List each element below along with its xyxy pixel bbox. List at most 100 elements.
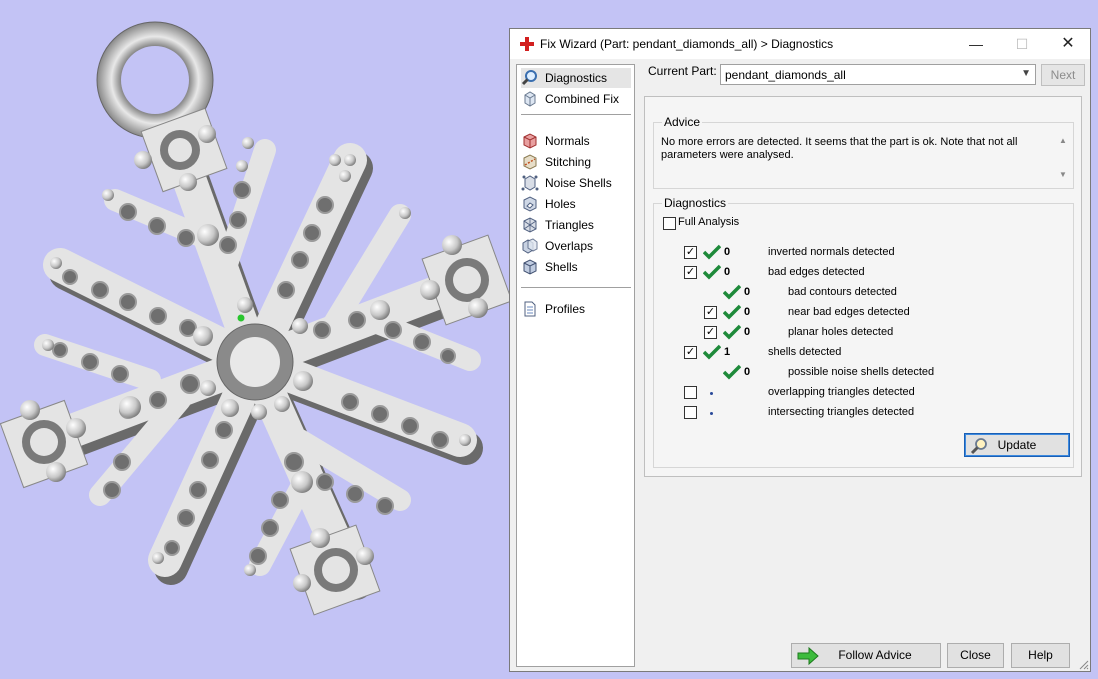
overlaps-icon [522,238,538,254]
near-bad-edges-count: 0 [744,306,751,318]
wizard-navigation: Diagnostics Combined Fix Normals Stitchi… [516,64,635,667]
nav-item-noise-shells[interactable]: Noise Shells [521,173,631,193]
planar-holes-label: planar holes detected [788,326,894,338]
nav-separator [521,114,631,115]
stitching-icon [523,154,537,170]
bad-contours-count: 0 [744,286,751,298]
nav-item-profiles[interactable]: Profiles [521,299,631,319]
triangles-icon [523,217,537,233]
nav-label: Profiles [545,302,586,316]
nav-label: Diagnostics [545,71,608,85]
check-ok-icon [703,264,721,280]
scroll-up-icon[interactable]: ▲ [1057,135,1069,147]
shells-checkbox[interactable]: ✓ [684,346,697,359]
green-arrow-icon [797,647,819,665]
bad-edges-checkbox[interactable]: ✓ [684,266,697,279]
minimize-button[interactable]: — [953,29,999,59]
nav-item-triangles[interactable]: Triangles [521,215,631,235]
scroll-down-icon[interactable]: ▼ [1057,169,1069,181]
red-cross-icon [520,37,534,51]
chevron-down-icon: ▼ [1021,68,1031,79]
check-ok-icon [723,304,741,320]
window-close-button[interactable]: ✕ [1045,29,1091,59]
check-ok-icon [703,344,721,360]
cube-icon [524,91,536,107]
diagnostics-title: Diagnostics [662,196,729,210]
nav-label: Noise Shells [545,176,612,190]
title-bar[interactable]: Fix Wizard (Part: pendant_diamonds_all) … [510,29,1090,59]
planar-holes-checkbox[interactable]: ✓ [704,326,717,339]
advice-text: No more errors are detected. It seems th… [661,136,1018,161]
holes-icon [523,196,537,212]
diagnostics-panel: Advice No more errors are detected. It s… [644,96,1082,477]
shells-label: shells detected [768,346,842,358]
check-ok-icon [723,364,741,380]
noise-shells-label: possible noise shells detected [788,366,935,378]
inverted-normals-count: 0 [724,246,731,258]
intersecting-triangles-label: intersecting triangles detected [768,406,915,418]
nav-item-normals[interactable]: Normals [521,131,631,151]
scroll-track [1057,147,1069,169]
nav-label: Stitching [545,155,592,169]
update-label: Update [997,438,1037,452]
advice-title: Advice [662,115,703,129]
bad-edges-count: 0 [724,266,731,278]
nav-item-overlaps[interactable]: Overlaps [521,236,631,256]
follow-advice-button[interactable]: Follow Advice [791,643,941,668]
nav-item-diagnostics[interactable]: Diagnostics [521,68,631,88]
diagnostics-group: Diagnostics Full Analysis ✓ 0 inverted n… [653,196,1074,468]
update-button[interactable]: Update [964,433,1070,457]
shells-icon [523,259,537,275]
current-part-select[interactable]: pendant_diamonds_all ▼ [720,64,1036,85]
nav-item-holes[interactable]: Holes [521,194,631,214]
fix-wizard-dialog: Fix Wizard (Part: pendant_diamonds_all) … [509,28,1091,672]
nav-label: Combined Fix [545,92,620,106]
noise-shells-icon [521,175,539,191]
planar-holes-count: 0 [744,326,751,338]
inverted-normals-checkbox[interactable]: ✓ [684,246,697,259]
full-analysis-label: Full Analysis [678,216,740,228]
nav-item-stitching[interactable]: Stitching [521,152,631,172]
pending-dot-icon [710,412,713,415]
maximize-button[interactable]: ☐ [999,29,1045,59]
current-part-label: Current Part: [648,64,717,78]
document-icon [524,301,536,317]
nav-label: Overlaps [545,239,594,253]
nav-label: Holes [545,197,576,211]
nav-label: Triangles [545,218,594,232]
check-ok-icon [723,284,741,300]
pendant-model [0,21,510,616]
nav-item-combined-fix[interactable]: Combined Fix [521,89,631,109]
nav-label: Shells [545,260,578,274]
magnifier-icon [521,70,537,86]
near-bad-edges-label: near bad edges detected [788,306,910,318]
close-button[interactable]: Close [947,643,1004,668]
next-button[interactable]: Next [1041,64,1085,86]
bad-contours-label: bad contours detected [788,286,897,298]
full-analysis-checkbox[interactable] [663,217,676,230]
inverted-normals-label: inverted normals detected [768,246,895,258]
check-ok-icon [703,244,721,260]
model-viewport[interactable] [0,0,510,679]
normals-icon [523,133,537,149]
intersecting-triangles-checkbox[interactable] [684,406,697,419]
check-ok-icon [723,324,741,340]
noise-shells-count: 0 [744,366,751,378]
nav-item-shells[interactable]: Shells [521,257,631,277]
resize-grip-icon[interactable] [1079,660,1089,670]
near-bad-edges-checkbox[interactable]: ✓ [704,306,717,319]
advice-group: Advice No more errors are detected. It s… [653,115,1074,189]
nav-label: Normals [545,134,590,148]
follow-advice-label: Follow Advice [838,648,912,662]
pending-dot-icon [710,392,713,395]
magnifier-icon [970,438,987,455]
advice-scrollbar[interactable]: ▲ ▼ [1057,135,1069,183]
nav-separator [521,287,631,288]
shells-count: 1 [724,346,731,358]
overlapping-triangles-checkbox[interactable] [684,386,697,399]
current-part-value: pendant_diamonds_all [725,68,846,82]
bad-edges-label: bad edges detected [768,266,865,278]
help-button[interactable]: Help [1011,643,1070,668]
window-title: Fix Wizard (Part: pendant_diamonds_all) … [540,37,834,51]
overlapping-triangles-label: overlapping triangles detected [768,386,915,398]
